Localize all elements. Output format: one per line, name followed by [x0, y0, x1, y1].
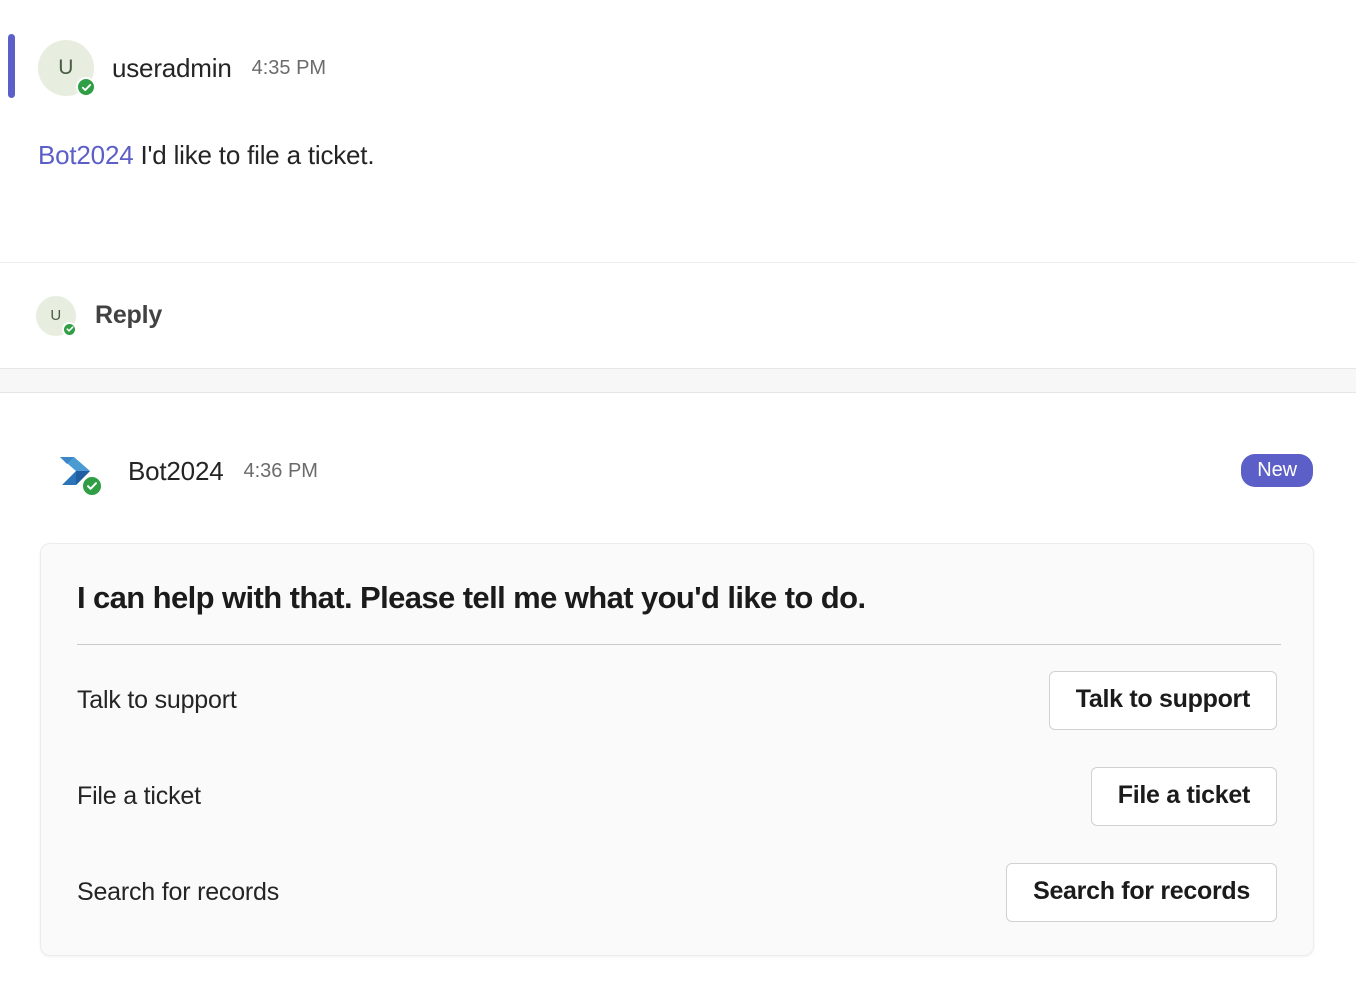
message-header: U useradmin 4:35 PM	[38, 40, 326, 97]
power-automate-logo-icon	[52, 447, 103, 497]
adaptive-card: I can help with that. Please tell me wha…	[40, 543, 1314, 956]
reply-composer[interactable]: U Reply	[0, 263, 1356, 368]
list-item: File a ticket File a ticket	[41, 748, 1313, 844]
action-label: Talk to support	[77, 685, 237, 714]
avatar[interactable]: U	[38, 40, 96, 97]
message-user[interactable]: U useradmin 4:35 PM Bot2024 I'd like to …	[0, 0, 1356, 263]
message-text: I'd like to file a ticket.	[133, 140, 375, 170]
message-author: Bot2024	[128, 455, 224, 486]
list-item: Talk to support Talk to support	[41, 652, 1313, 748]
thread-separator	[0, 368, 1356, 393]
unread-accent-bar	[8, 34, 15, 98]
mention-link[interactable]: Bot2024	[38, 140, 134, 170]
talk-to-support-button[interactable]: Talk to support	[1048, 670, 1277, 730]
list-item: Search for records Search for records	[41, 844, 1313, 940]
status-badge: New	[1241, 454, 1313, 487]
available-checkmark-icon	[81, 475, 103, 497]
message-author: useradmin	[112, 52, 232, 83]
avatar: U	[36, 295, 77, 337]
available-checkmark-icon	[76, 77, 96, 97]
card-title: I can help with that. Please tell me wha…	[77, 580, 866, 615]
message-timestamp[interactable]: 4:36 PM	[243, 460, 317, 483]
file-a-ticket-button[interactable]: File a ticket	[1090, 766, 1277, 826]
reply-placeholder[interactable]: Reply	[95, 301, 162, 330]
chat-thread: U useradmin 4:35 PM Bot2024 I'd like to …	[0, 0, 1356, 998]
message-body: Bot2024 I'd like to file a ticket.	[38, 140, 375, 171]
search-for-records-button[interactable]: Search for records	[1006, 862, 1277, 922]
card-divider	[77, 644, 1281, 645]
message-timestamp[interactable]: 4:35 PM	[252, 57, 326, 80]
message-header: Bot2024 4:36 PM	[52, 443, 318, 499]
action-label: File a ticket	[77, 781, 201, 810]
message-bot[interactable]: Bot2024 4:36 PM New I can help with that…	[0, 393, 1356, 998]
action-label: Search for records	[77, 877, 280, 906]
available-checkmark-icon	[62, 321, 77, 337]
card-action-list: Talk to support Talk to support File a t…	[41, 652, 1313, 940]
